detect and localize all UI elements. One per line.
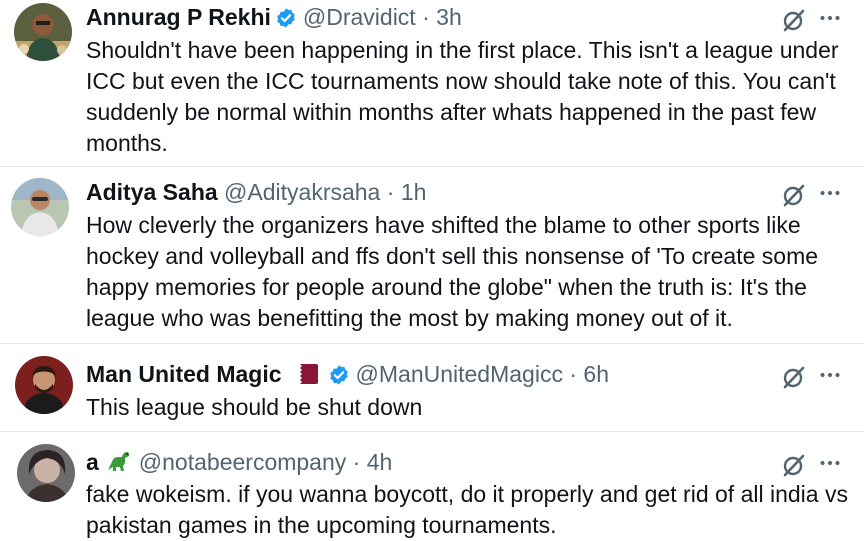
tweet[interactable]: Man United Magic @ManUnitedMagicc · 6h Th… — [0, 344, 864, 430]
grok-icon[interactable] — [781, 7, 807, 33]
tweet[interactable]: Annurag P Rekhi @Dravidict · 3h Shouldn't… — [0, 0, 864, 165]
tweet-text: Shouldn't have been happening in the fir… — [86, 37, 839, 156]
user-handle[interactable]: @Dravidict — [303, 4, 416, 30]
tweet-text: fake wokeism. if you wanna boycott, do i… — [86, 481, 848, 538]
timestamp[interactable]: 1h — [401, 179, 427, 205]
tweet-header: a @notabeercompany · 4h — [86, 447, 392, 481]
verified-badge-icon — [328, 363, 350, 393]
display-name[interactable]: a — [86, 449, 99, 475]
user-handle[interactable]: @ManUnitedMagicc — [356, 361, 563, 387]
tweet-header: Annurag P Rekhi @Dravidict · 3h — [86, 2, 462, 36]
avatar[interactable] — [15, 356, 73, 414]
avatar[interactable] — [14, 3, 72, 61]
tweet-header: Man United Magic @ManUnitedMagicc · 6h — [86, 359, 609, 393]
grok-icon[interactable] — [781, 182, 807, 208]
more-icon[interactable] — [818, 451, 842, 475]
avatar[interactable] — [11, 178, 69, 236]
tweet[interactable]: Aditya Saha @Adityakrsaha · 1h How cleve… — [0, 167, 864, 343]
display-name[interactable]: Aditya Saha — [86, 179, 218, 205]
grok-icon[interactable] — [781, 452, 807, 478]
separator-dot: · — [569, 361, 578, 387]
display-name[interactable]: Man United Magic — [86, 361, 282, 387]
separator-dot: · — [352, 449, 361, 475]
user-handle[interactable]: @Adityakrsaha — [224, 179, 380, 205]
user-handle[interactable]: @notabeercompany — [139, 449, 346, 475]
display-name[interactable]: Annurag P Rekhi — [86, 4, 271, 30]
timestamp[interactable]: 6h — [583, 361, 609, 387]
tweet-header: Aditya Saha @Adityakrsaha · 1h — [86, 177, 426, 207]
more-icon[interactable] — [818, 181, 842, 205]
separator-dot: · — [386, 179, 395, 205]
grok-icon[interactable] — [781, 364, 807, 390]
separator-dot: · — [422, 4, 430, 30]
dinosaur-emoji-icon — [105, 448, 131, 481]
avatar[interactable] — [17, 444, 75, 502]
more-icon[interactable] — [818, 6, 842, 30]
tweet-text: This league should be shut down — [86, 394, 423, 420]
more-icon[interactable] — [818, 363, 842, 387]
timestamp[interactable]: 3h — [436, 4, 462, 30]
qatar-flag-icon — [291, 361, 318, 391]
tweet[interactable]: a @notabeercompany · 4h fake wokeism. if … — [0, 432, 864, 540]
tweet-text: How cleverly the organizers have shifted… — [86, 212, 819, 331]
timestamp[interactable]: 4h — [367, 449, 393, 475]
verified-badge-icon — [275, 6, 297, 36]
